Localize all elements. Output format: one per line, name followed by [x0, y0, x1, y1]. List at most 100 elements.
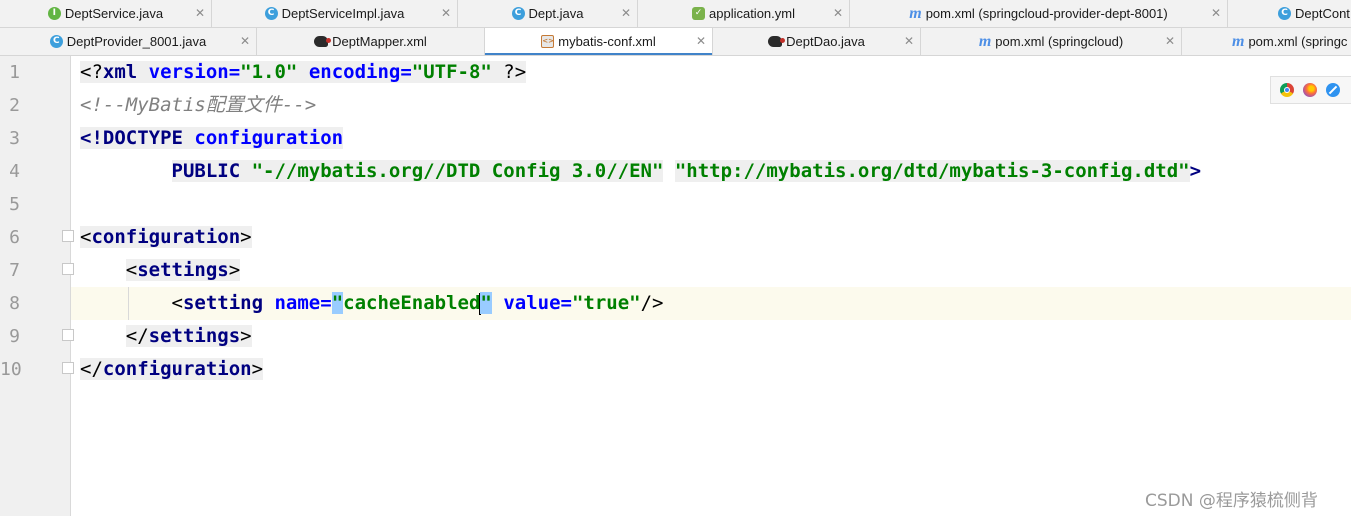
- tag-open: </: [80, 358, 103, 380]
- tag-name: settings: [148, 325, 241, 347]
- tag-open: <: [80, 226, 92, 248]
- tab-label: pom.xml (springc: [1248, 34, 1348, 49]
- tag-open: </: [125, 325, 149, 347]
- code-line-3[interactable]: <!DOCTYPE configuration: [80, 122, 344, 155]
- close-icon[interactable]: ✕: [833, 6, 843, 20]
- tab-dept-dao[interactable]: DeptDao.java ✕: [713, 28, 921, 55]
- tab-dept-controller[interactable]: C DeptCont: [1228, 0, 1351, 27]
- class-icon: C: [264, 7, 278, 20]
- close-icon[interactable]: ✕: [195, 6, 205, 20]
- tab-pom-springcloud[interactable]: m pom.xml (springcloud) ✕: [921, 28, 1182, 55]
- attr-value-text: cacheEnabled: [343, 292, 481, 314]
- tab-dept-service-impl[interactable]: C DeptServiceImpl.java ✕: [212, 0, 458, 27]
- tag-open: <: [171, 292, 183, 314]
- tab-label: DeptService.java: [64, 6, 164, 21]
- tab-mybatis-conf[interactable]: <> mybatis-conf.xml ✕: [485, 28, 713, 55]
- line-number: 7: [9, 260, 20, 281]
- xml-decl-name: xml: [102, 61, 138, 83]
- code-line-9[interactable]: </settings>: [80, 320, 252, 353]
- mybatis-icon: [768, 36, 786, 47]
- tag-close: >: [251, 358, 264, 380]
- attr-version: version=: [137, 61, 241, 83]
- quote-close: ": [480, 292, 492, 314]
- code-line-2[interactable]: <!--MyBatis配置文件-->: [80, 89, 316, 122]
- code-line-6[interactable]: <configuration>: [80, 221, 252, 254]
- tab-label: pom.xml (springcloud): [995, 34, 1124, 49]
- attr-name: value=: [491, 292, 572, 314]
- maven-icon: m: [978, 33, 992, 50]
- close-icon[interactable]: ✕: [621, 6, 631, 20]
- xml-decl-close: ?>: [491, 61, 527, 83]
- tag-close: >: [240, 226, 252, 248]
- tag-self-close: />: [640, 292, 664, 314]
- tab-label: application.yml: [709, 6, 795, 21]
- watermark: CSDN @程序猿梳侧背: [1145, 491, 1318, 511]
- code-line-7[interactable]: <settings>: [80, 254, 241, 287]
- tab-label: pom.xml (springcloud-provider-dept-8001): [925, 6, 1168, 21]
- line-number: 5: [9, 194, 20, 215]
- tab-dept-service[interactable]: I DeptService.java ✕: [0, 0, 212, 27]
- interface-icon: I: [47, 7, 61, 20]
- close-icon[interactable]: ✕: [696, 34, 706, 48]
- line-number: 9: [9, 326, 20, 347]
- attr-value: "1.0": [240, 61, 298, 83]
- mybatis-icon: [314, 36, 332, 47]
- close-icon[interactable]: ✕: [1211, 6, 1221, 20]
- system-id: "http://mybatis.org/dtd/mybatis-3-config…: [674, 160, 1190, 182]
- firefox-icon[interactable]: [1303, 83, 1317, 97]
- code-line-10[interactable]: </configuration>: [80, 353, 264, 386]
- maven-icon: m: [1232, 33, 1245, 50]
- doctype-keyword: <!DOCTYPE: [80, 127, 195, 149]
- xml-decl-open: <?: [80, 61, 103, 83]
- doctype-close: >: [1189, 160, 1202, 182]
- close-icon[interactable]: ✕: [904, 34, 914, 48]
- quote-open: ": [331, 292, 344, 314]
- line-number: 3: [9, 128, 20, 149]
- class-icon: C: [511, 7, 525, 20]
- tab-dept[interactable]: C Dept.java ✕: [458, 0, 638, 27]
- editor-tabs-row-2: C DeptProvider_8001.java ✕ DeptMapper.xm…: [0, 28, 1351, 56]
- close-icon[interactable]: ✕: [240, 34, 250, 48]
- line-number: 6: [9, 227, 20, 248]
- tag-open: <: [125, 259, 138, 281]
- fold-marker[interactable]: [62, 362, 74, 374]
- class-icon: C: [1278, 7, 1291, 20]
- xml-icon: <>: [541, 35, 555, 48]
- tab-label: DeptProvider_8001.java: [66, 34, 207, 49]
- fold-marker[interactable]: [62, 329, 74, 341]
- public-keyword: PUBLIC: [171, 160, 252, 182]
- tab-label: Dept.java: [528, 6, 584, 21]
- tab-pom-provider[interactable]: m pom.xml (springcloud-provider-dept-800…: [850, 0, 1228, 27]
- tab-dept-mapper[interactable]: DeptMapper.xml: [257, 28, 485, 55]
- editor-tabs-row-1: I DeptService.java ✕ C DeptServiceImpl.j…: [0, 0, 1351, 28]
- fold-marker[interactable]: [62, 263, 74, 275]
- line-number: 10: [0, 359, 22, 380]
- tab-application-yml[interactable]: ✓ application.yml ✕: [638, 0, 850, 27]
- fold-marker[interactable]: [62, 230, 74, 242]
- code-line-1[interactable]: <?xml version="1.0" encoding="UTF-8" ?>: [80, 56, 527, 89]
- doctype-name: configuration: [194, 127, 344, 149]
- attr-name: name=: [263, 292, 332, 314]
- tab-label: DeptDao.java: [786, 34, 865, 49]
- yaml-icon: ✓: [692, 7, 705, 20]
- attr-value: "true": [571, 292, 641, 314]
- spring-class-icon: C: [49, 35, 63, 48]
- chrome-icon[interactable]: [1280, 83, 1294, 97]
- tab-pom-other[interactable]: m pom.xml (springc: [1182, 28, 1351, 55]
- tab-dept-provider[interactable]: C DeptProvider_8001.java ✕: [0, 28, 257, 55]
- browser-preview-toolbar: [1270, 76, 1351, 104]
- line-number: 4: [9, 161, 20, 182]
- maven-icon: m: [909, 5, 922, 22]
- editor-gutter: 1 2 3 4 5 6 7 8 9 10: [0, 56, 74, 516]
- safari-icon[interactable]: [1326, 83, 1340, 97]
- attr-value: "UTF-8": [411, 61, 492, 83]
- line-number: 1: [9, 62, 20, 83]
- code-line-8[interactable]: <setting name="cacheEnabled" value="true…: [80, 287, 663, 320]
- line-number: 2: [9, 95, 20, 116]
- code-line-4[interactable]: PUBLIC "-//mybatis.org//DTD Config 3.0//…: [80, 155, 1201, 188]
- tab-label: DeptCont: [1295, 6, 1350, 21]
- public-id: "-//mybatis.org//DTD Config 3.0//EN": [251, 160, 664, 182]
- close-icon[interactable]: ✕: [441, 6, 451, 20]
- close-icon[interactable]: ✕: [1165, 34, 1175, 48]
